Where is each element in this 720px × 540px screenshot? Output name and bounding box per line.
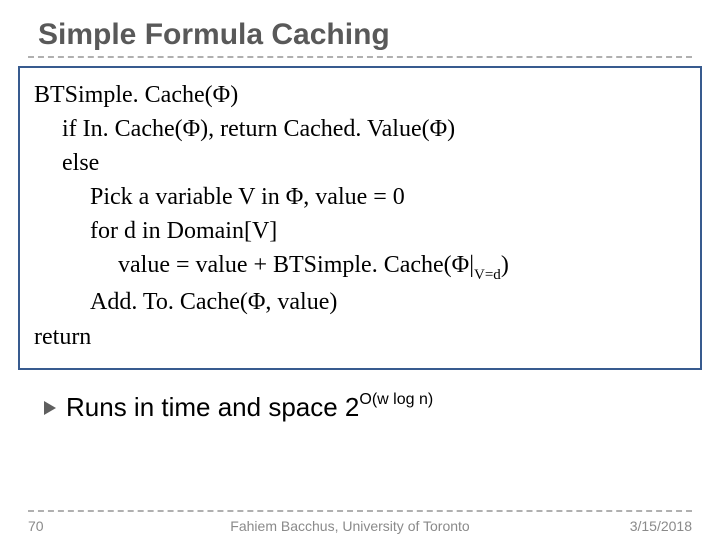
bullet-text-main: Runs in time and space 2 xyxy=(66,392,359,422)
code-text: , value = 0 xyxy=(303,184,405,210)
phi-symbol: Φ xyxy=(183,116,201,142)
footer-center: Fahiem Bacchus, University of Toronto xyxy=(128,518,572,534)
page-number: 70 xyxy=(28,518,128,534)
code-text: ) xyxy=(501,252,509,278)
code-text: Pick a variable V in xyxy=(90,184,286,210)
code-line-2: if In. Cache(Φ), return Cached. Value(Φ) xyxy=(34,112,686,146)
code-text: ), return Cached. Value( xyxy=(200,116,429,142)
code-text: BTSimple. Cache( xyxy=(34,82,213,108)
code-line-4: Pick a variable V in Φ, value = 0 xyxy=(34,180,686,214)
code-line-1: BTSimple. Cache(Φ) xyxy=(34,78,686,112)
title-divider xyxy=(28,56,692,58)
slide: Simple Formula Caching BTSimple. Cache(Φ… xyxy=(0,0,720,540)
code-text: if In. Cache( xyxy=(62,116,183,142)
phi-symbol: Φ xyxy=(430,116,448,142)
bullet-item: Runs in time and space 2O(w log n) xyxy=(44,392,692,423)
phi-symbol: Φ xyxy=(286,184,304,210)
phi-symbol: Φ xyxy=(452,252,470,278)
code-text: ) xyxy=(447,116,455,142)
code-text: value = value + BTSimple. Cache( xyxy=(118,252,452,278)
phi-symbol: Φ xyxy=(248,289,266,315)
footer-divider xyxy=(28,510,692,512)
triangle-bullet-icon xyxy=(44,401,56,415)
code-line-3: else xyxy=(34,146,686,180)
bullet-text: Runs in time and space 2O(w log n) xyxy=(66,392,433,423)
subscript: V=d xyxy=(474,267,501,283)
code-line-6: value = value + BTSimple. Cache(Φ|V=d) xyxy=(34,248,686,285)
code-text: Add. To. Cache( xyxy=(90,289,248,315)
code-text: , value) xyxy=(265,289,337,315)
code-text: ) xyxy=(230,82,238,108)
footer-line: 70 Fahiem Bacchus, University of Toronto… xyxy=(28,518,692,534)
phi-symbol: Φ xyxy=(213,82,231,108)
slide-title: Simple Formula Caching xyxy=(38,18,692,52)
code-line-8: return xyxy=(34,320,686,354)
footer: 70 Fahiem Bacchus, University of Toronto… xyxy=(0,510,720,534)
code-box: BTSimple. Cache(Φ) if In. Cache(Φ), retu… xyxy=(18,66,702,370)
code-line-7: Add. To. Cache(Φ, value) xyxy=(34,285,686,319)
superscript: O(w log n) xyxy=(359,391,433,408)
footer-date: 3/15/2018 xyxy=(572,518,692,534)
code-line-5: for d in Domain[V] xyxy=(34,214,686,248)
